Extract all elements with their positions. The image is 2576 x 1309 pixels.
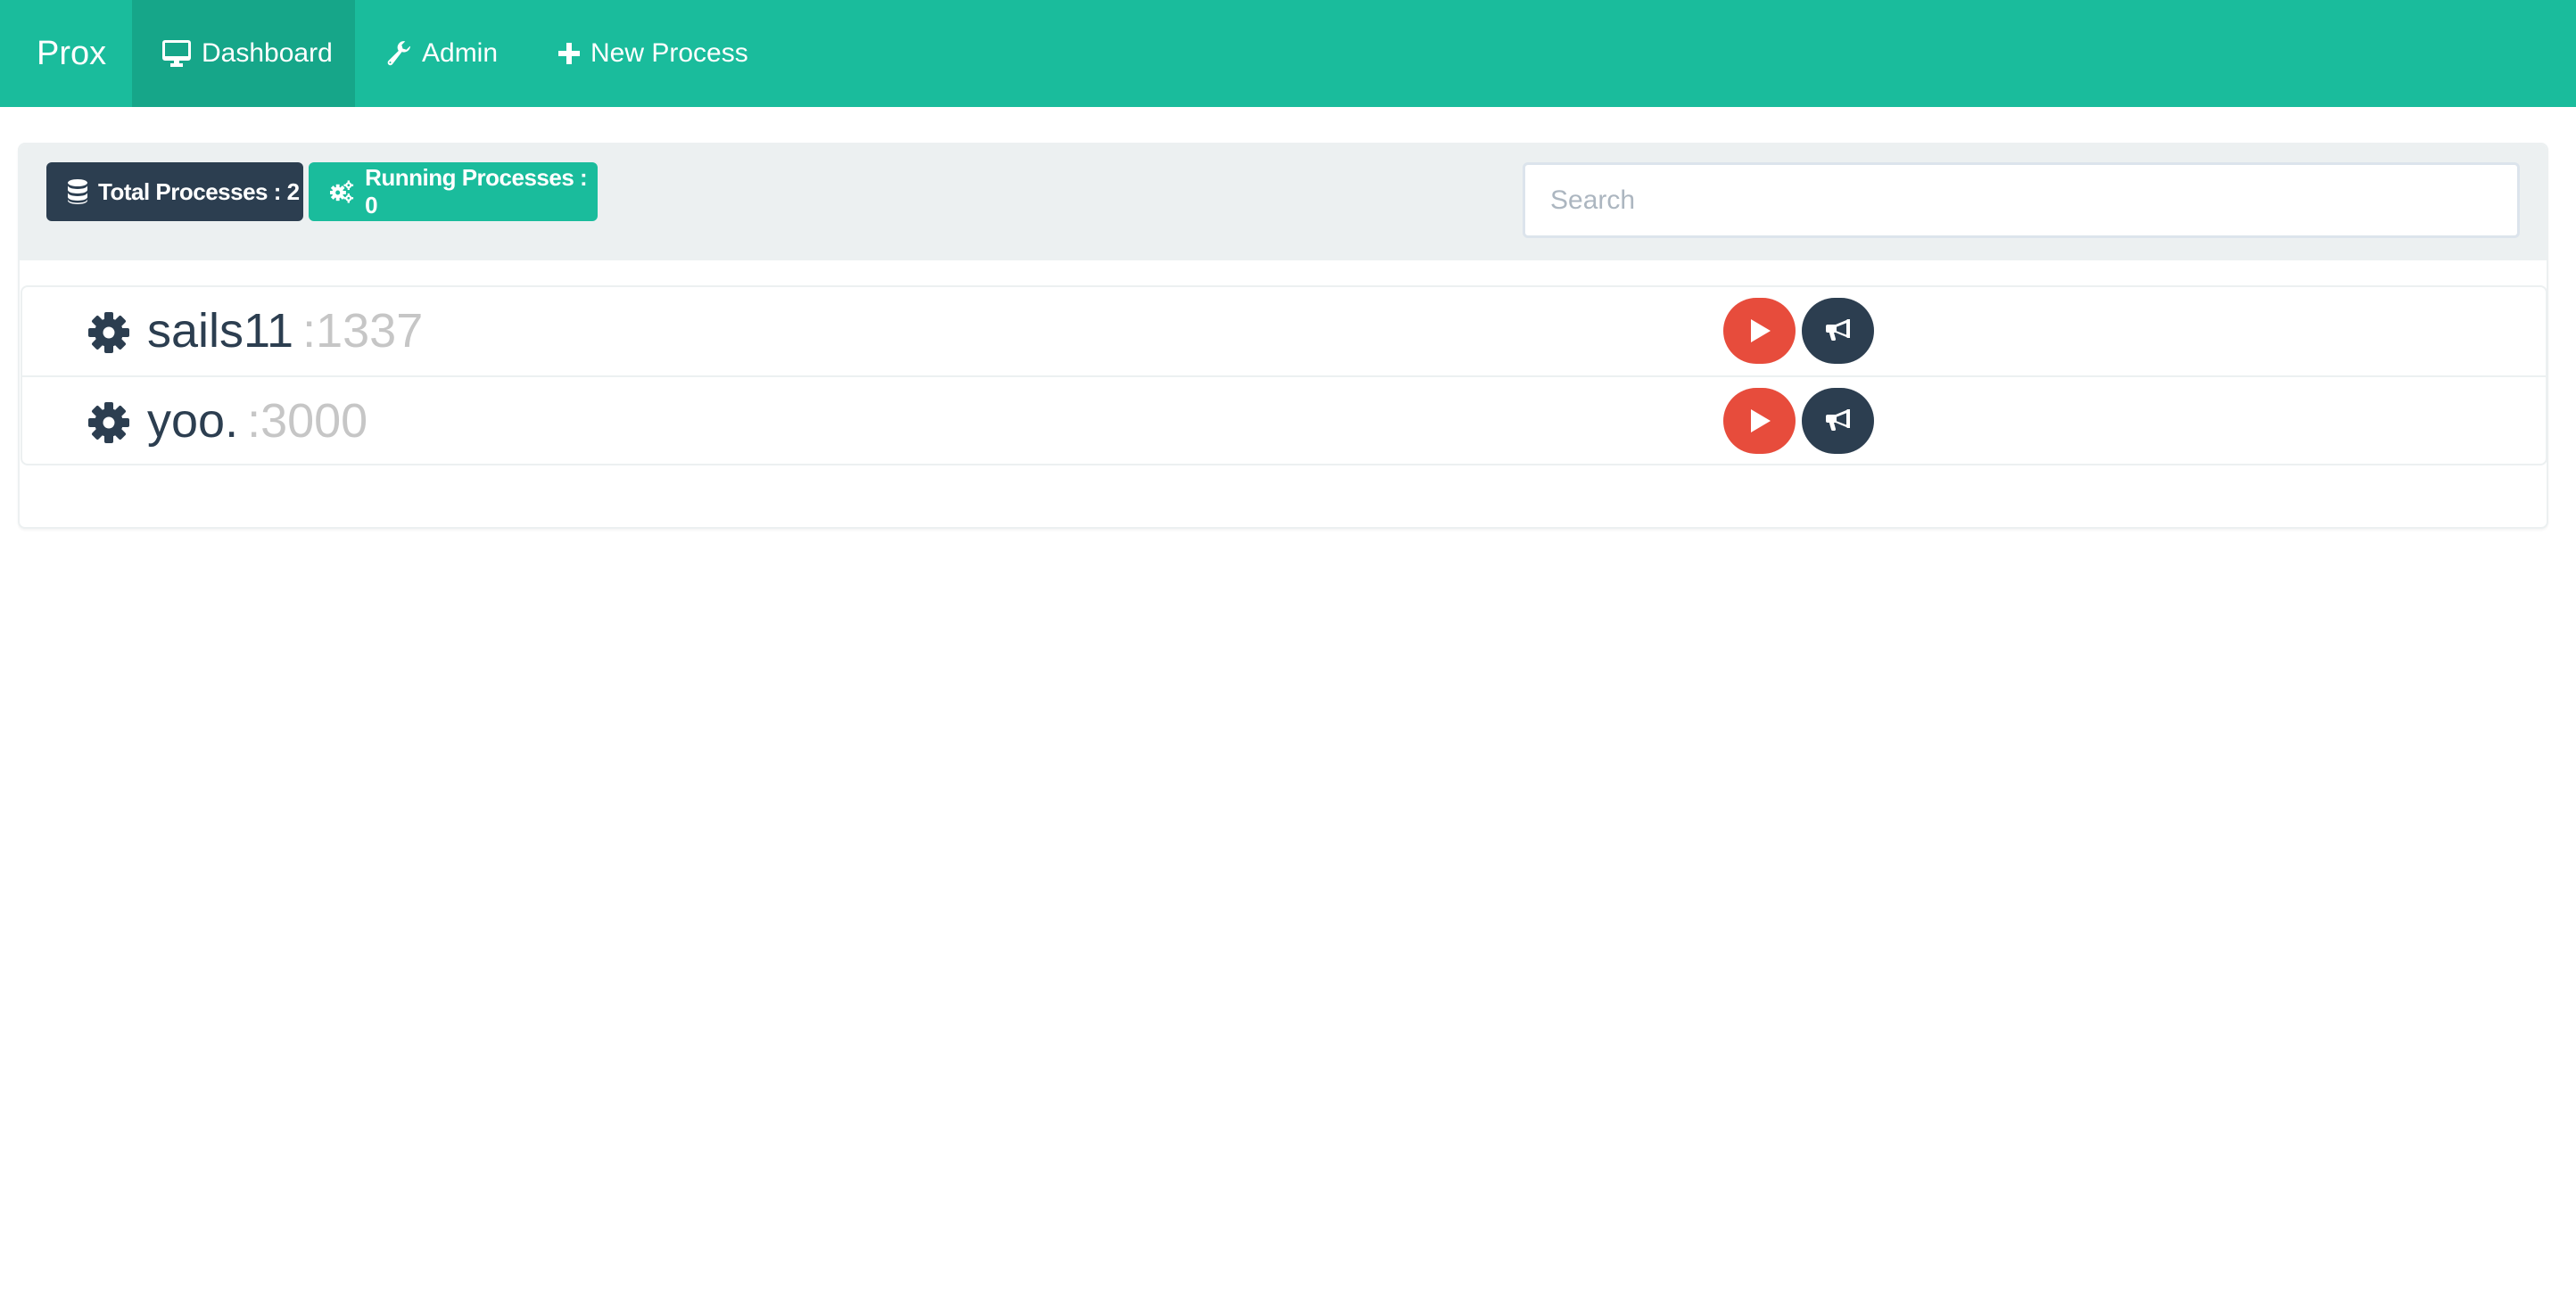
start-process-button[interactable] [1723, 298, 1796, 364]
running-processes-badge: Running Processes : 0 [309, 162, 598, 221]
play-icon [1750, 319, 1771, 342]
process-logs-button[interactable] [1802, 298, 1874, 364]
process-list: sails11:1337 yoo.:3000 [21, 285, 2547, 465]
play-icon [1750, 409, 1771, 432]
nav-new-process-label: New Process [590, 38, 748, 68]
total-processes-label: Total Processes : 2 [98, 177, 300, 205]
nav-admin-label: Admin [422, 38, 499, 68]
process-row: sails11:1337 [22, 287, 2546, 375]
process-row: yoo.:3000 [22, 375, 2546, 465]
gear-icon [88, 312, 129, 353]
nav-new-process[interactable]: New Process [558, 0, 748, 107]
plus-icon [558, 43, 580, 64]
process-port: :3000 [247, 394, 368, 448]
total-processes-badge: Total Processes : 2 [46, 162, 303, 221]
process-name-label: yoo.:3000 [147, 377, 367, 465]
gear-icon [88, 402, 129, 443]
nav-dashboard-label: Dashboard [202, 38, 333, 68]
wrench-icon [387, 41, 411, 66]
brand-link[interactable]: Prox [37, 0, 106, 107]
desktop-icon [162, 40, 191, 67]
process-logs-button[interactable] [1802, 388, 1874, 454]
process-port: :1337 [302, 304, 424, 358]
gears-icon [330, 180, 354, 203]
search-input[interactable] [1523, 162, 2520, 238]
panel-heading: Total Processes : 2 Running Processes: … [20, 144, 2547, 260]
process-name: sails11 [147, 304, 294, 358]
database-icon [68, 179, 87, 204]
process-name-label: sails11:1337 [147, 287, 423, 375]
navbar: Prox Dashboard Admin New Process [0, 0, 2576, 107]
bullhorn-icon [1825, 409, 1850, 431]
nav-dashboard[interactable]: Dashboard [132, 0, 355, 107]
running-processes-label: Running Processes : 0 [365, 164, 588, 218]
start-process-button[interactable] [1723, 388, 1796, 454]
bullhorn-icon [1825, 319, 1850, 341]
nav-admin[interactable]: Admin [386, 0, 498, 107]
processes-panel: Total Processes : 2 Running Processes: … [18, 143, 2548, 529]
process-name: yoo. [147, 394, 239, 448]
